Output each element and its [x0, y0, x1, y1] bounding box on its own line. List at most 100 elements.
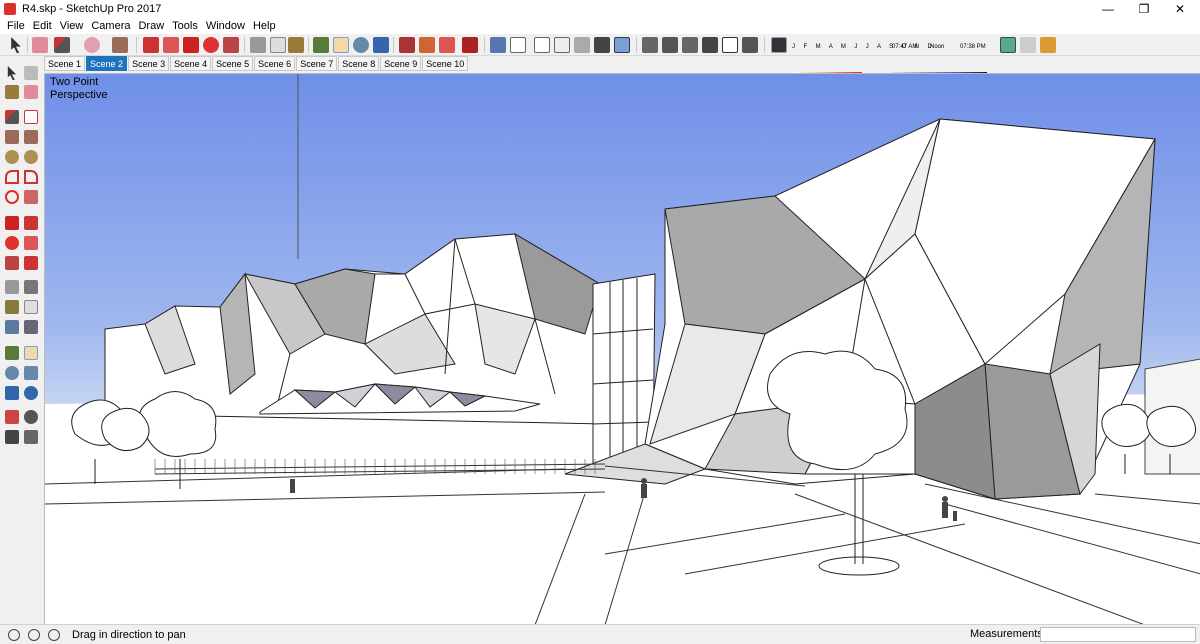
select-tool-icon[interactable] [11, 37, 21, 53]
tab-scene-5[interactable]: Scene 5 [212, 56, 254, 71]
layout-icon[interactable] [462, 37, 478, 53]
xray-icon[interactable] [490, 37, 506, 53]
freehand-tool-icon[interactable] [24, 110, 38, 124]
back-view-icon[interactable] [722, 37, 738, 53]
measurements-input[interactable] [1040, 627, 1196, 642]
zoom-extents-icon[interactable] [5, 386, 19, 400]
back-edges-icon[interactable] [510, 37, 526, 53]
shadows-toggle-icon[interactable] [771, 37, 787, 53]
tab-scene-4[interactable]: Scene 4 [170, 56, 212, 71]
line-tool-icon[interactable] [5, 110, 19, 124]
pan-tool-icon[interactable] [24, 346, 38, 360]
polygon-tool-icon[interactable] [24, 150, 38, 164]
menu-tools[interactable]: Tools [168, 18, 202, 34]
minimize-button[interactable]: — [1090, 0, 1126, 18]
credits-icon[interactable] [28, 628, 40, 641]
tape-measure-icon[interactable] [250, 37, 266, 53]
right-view-icon[interactable] [702, 37, 718, 53]
push-pull-icon[interactable] [24, 216, 38, 230]
menu-help[interactable]: Help [249, 18, 280, 34]
tab-scene-1[interactable]: Scene 1 [44, 56, 86, 71]
dimension-tool-icon[interactable] [24, 280, 38, 294]
share-model-icon[interactable] [419, 37, 435, 53]
zoom-window-icon[interactable] [24, 366, 38, 380]
top-view-icon[interactable] [662, 37, 678, 53]
section-plane-icon[interactable] [24, 430, 38, 444]
close-button[interactable]: ✕ [1162, 0, 1198, 18]
pie-tool-icon[interactable] [24, 190, 38, 204]
axes-tool-icon[interactable] [5, 320, 19, 334]
previous-view-icon[interactable] [24, 386, 38, 400]
menu-edit[interactable]: Edit [29, 18, 56, 34]
move-tool-icon[interactable] [183, 37, 199, 53]
fog-icon[interactable] [1020, 37, 1036, 53]
text-tool-icon[interactable] [270, 37, 286, 53]
tab-scene-2[interactable]: Scene 2 [86, 56, 128, 71]
tab-scene-7[interactable]: Scene 7 [296, 56, 338, 71]
import-icon[interactable] [1040, 37, 1056, 53]
rotate-tool-icon[interactable] [5, 236, 19, 250]
paint-bucket-icon[interactable] [288, 37, 304, 53]
rectangle-tool-icon[interactable] [5, 130, 19, 144]
rectangle-tool-icon[interactable] [112, 37, 128, 53]
tab-scene-8[interactable]: Scene 8 [338, 56, 380, 71]
two-point-arc-icon[interactable] [24, 170, 38, 184]
component-icon[interactable] [24, 66, 38, 80]
monochrome-icon[interactable] [614, 37, 630, 53]
paint-bucket-icon[interactable] [5, 85, 19, 99]
user-icon[interactable] [48, 628, 60, 641]
tab-scene-10[interactable]: Scene 10 [422, 56, 469, 71]
position-camera-icon[interactable] [5, 410, 19, 424]
zoom-tool-icon[interactable] [353, 37, 369, 53]
match-photo-icon[interactable] [1000, 37, 1016, 53]
tab-scene-6[interactable]: Scene 6 [254, 56, 296, 71]
scale-tool-icon[interactable] [223, 37, 239, 53]
shaded-icon[interactable] [574, 37, 590, 53]
left-view-icon[interactable] [742, 37, 758, 53]
front-view-icon[interactable] [682, 37, 698, 53]
rotate-tool-icon[interactable] [203, 37, 219, 53]
follow-me-icon[interactable] [163, 37, 179, 53]
menu-view[interactable]: View [56, 18, 88, 34]
select-tool-icon[interactable] [7, 66, 17, 80]
shape-tool-icon[interactable] [84, 37, 100, 53]
orbit-tool-icon[interactable] [5, 346, 19, 360]
tab-scene-3[interactable]: Scene 3 [128, 56, 170, 71]
line-tool-icon[interactable] [54, 37, 70, 53]
iso-view-icon[interactable] [642, 37, 658, 53]
menu-file[interactable]: File [3, 18, 29, 34]
eraser-tool-icon[interactable] [32, 37, 48, 53]
scale-tool-icon[interactable] [5, 256, 19, 270]
protractor-icon[interactable] [5, 300, 19, 314]
extension-icon[interactable] [439, 37, 455, 53]
text-tool-icon[interactable] [24, 300, 38, 314]
push-pull-icon[interactable] [143, 37, 159, 53]
walk-tool-icon[interactable] [5, 430, 19, 444]
zoom-extents-icon[interactable] [373, 37, 389, 53]
maximize-button[interactable]: ❐ [1126, 0, 1162, 18]
move-tool-icon[interactable] [5, 216, 19, 230]
three-point-arc-icon[interactable] [5, 190, 19, 204]
warehouse-icon[interactable] [399, 37, 415, 53]
wireframe-icon[interactable] [534, 37, 550, 53]
menu-draw[interactable]: Draw [134, 18, 168, 34]
tab-scene-9[interactable]: Scene 9 [380, 56, 422, 71]
menu-window[interactable]: Window [202, 18, 249, 34]
circle-tool-icon[interactable] [5, 150, 19, 164]
eraser-tool-icon[interactable] [24, 85, 38, 99]
textured-icon[interactable] [594, 37, 610, 53]
tape-measure-icon[interactable] [5, 280, 19, 294]
3d-text-icon[interactable] [24, 320, 38, 334]
geo-location-icon[interactable] [8, 628, 20, 641]
orbit-tool-icon[interactable] [313, 37, 329, 53]
pan-tool-icon[interactable] [333, 37, 349, 53]
menu-camera[interactable]: Camera [87, 18, 134, 34]
rotated-rectangle-icon[interactable] [24, 130, 38, 144]
follow-me-icon[interactable] [24, 236, 38, 250]
offset-tool-icon[interactable] [24, 256, 38, 270]
zoom-tool-icon[interactable] [5, 366, 19, 380]
arc-tool-icon[interactable] [5, 170, 19, 184]
look-around-icon[interactable] [24, 410, 38, 424]
model-viewport[interactable]: Two Point Perspective [44, 73, 1200, 624]
hidden-line-icon[interactable] [554, 37, 570, 53]
